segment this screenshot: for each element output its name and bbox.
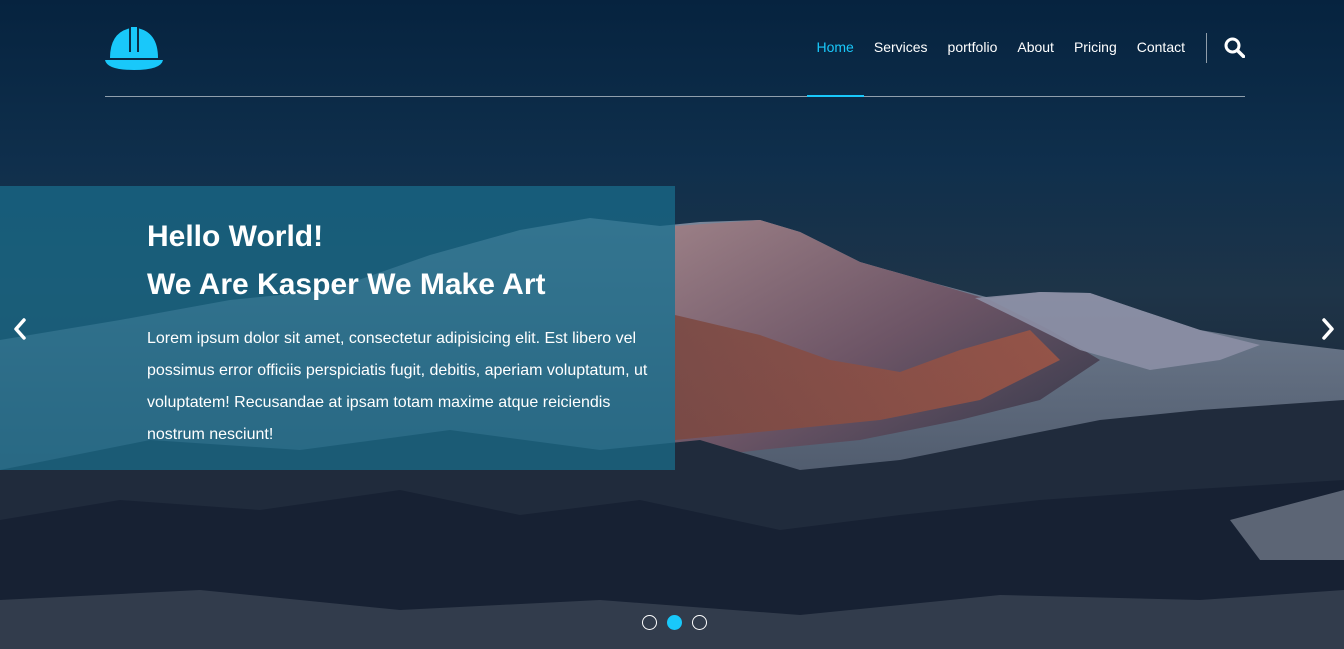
slide-content-box: Hello World! We Are Kasper We Make Art L…	[0, 186, 675, 470]
nav-link-services[interactable]: Services	[874, 0, 928, 96]
hard-hat-icon[interactable]	[105, 24, 163, 72]
nav-link-about[interactable]: About	[1017, 0, 1054, 96]
chevron-left-icon[interactable]	[10, 316, 30, 342]
slide-title-line1: Hello World!	[147, 220, 324, 253]
nav-divider	[1206, 33, 1207, 63]
search-icon[interactable]	[1224, 37, 1245, 58]
slider-bullets	[642, 615, 717, 630]
slider-bullet-1[interactable]	[642, 615, 657, 630]
site-header: Home Services portfolio About Pricing Co…	[105, 0, 1245, 97]
nav-link-home[interactable]: Home	[806, 0, 865, 97]
hero-section: Home Services portfolio About Pricing Co…	[0, 0, 1344, 649]
nav-link-pricing[interactable]: Pricing	[1074, 0, 1117, 96]
slide-title: Hello World! We Are Kasper We Make Art	[147, 213, 647, 309]
slider-bullet-3[interactable]	[692, 615, 707, 630]
slider-bullet-2[interactable]	[667, 615, 682, 630]
nav-link-portfolio[interactable]: portfolio	[948, 0, 998, 96]
nav-link-contact[interactable]: Contact	[1137, 0, 1185, 96]
chevron-right-icon[interactable]	[1318, 316, 1338, 342]
main-nav: Home Services portfolio About Pricing Co…	[797, 0, 1185, 97]
slide-description: Lorem ipsum dolor sit amet, consectetur …	[147, 330, 648, 443]
slide-title-line2: We Are Kasper We Make Art	[147, 268, 546, 301]
